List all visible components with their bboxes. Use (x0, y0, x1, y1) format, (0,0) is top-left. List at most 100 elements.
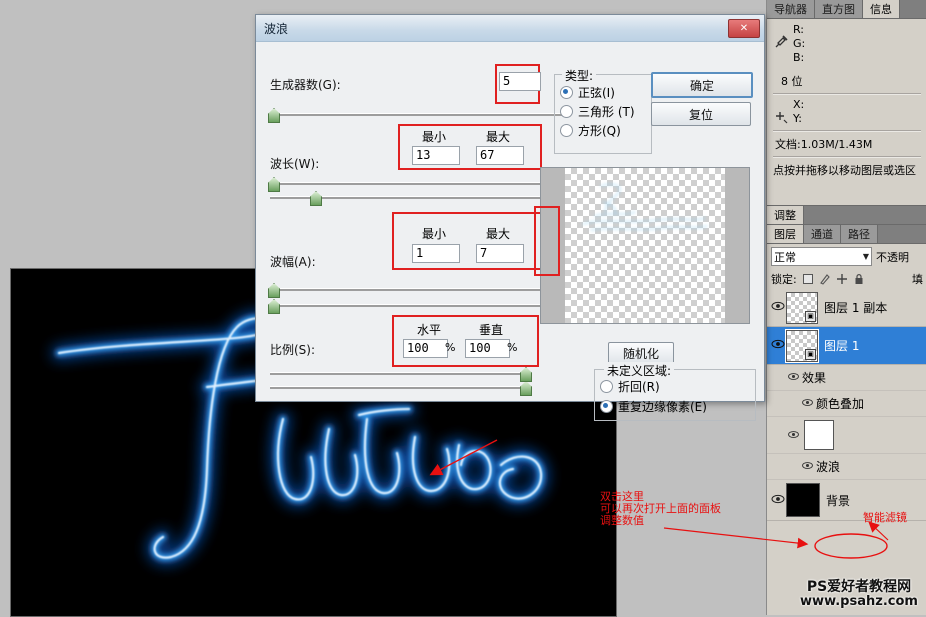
type-option-triangle[interactable]: 三角形 (T) (560, 103, 635, 120)
transparency-lock-icon[interactable] (802, 273, 814, 285)
crosshair-glyph (776, 112, 788, 124)
layer-effects-row[interactable]: 效果 (767, 365, 926, 391)
eye-glyph (771, 301, 784, 311)
type-option-square-label: 方形(Q) (578, 124, 621, 138)
move-lock-icon[interactable] (836, 273, 848, 285)
info-panel-tabbar: 导航器 直方图 信息 (767, 0, 926, 19)
eye-icon[interactable] (769, 494, 786, 507)
wave-filter-dialog[interactable]: 波浪 ✕ 生成器数(G): 波长(W): 最小 最大 波幅(A): 最小 (255, 14, 765, 421)
tab-layers[interactable]: 图层 (767, 225, 804, 243)
eyedropper-icon (773, 23, 789, 52)
chevron-down-icon: ▼ (862, 252, 869, 261)
rgb-readout: R: G: B: (793, 23, 805, 65)
smart-filter-mask-thumbnail[interactable] (804, 420, 834, 450)
radio-icon (560, 86, 573, 99)
lock-row: 锁定: 填 (767, 269, 926, 289)
close-icon[interactable]: ✕ (728, 18, 760, 38)
scale-v-input[interactable] (465, 339, 510, 358)
layer-row-selected[interactable]: ▣ 图层 1 (767, 327, 926, 365)
channel-g: G: (793, 37, 806, 50)
color-overlay-row[interactable]: 颜色叠加 (767, 391, 926, 417)
scale-v-unit: % (507, 341, 518, 354)
scale-v-track[interactable] (270, 386, 528, 389)
channel-b: B: (793, 51, 805, 64)
eye-icon[interactable] (799, 460, 816, 473)
reset-button[interactable]: 复位 (651, 102, 751, 126)
effects-label: 效果 (802, 371, 827, 385)
eye-icon[interactable] (799, 397, 816, 410)
amplitude-min-input[interactable] (412, 244, 460, 263)
amplitude-min-header: 最小 (421, 227, 446, 241)
brush-lock-glyph (819, 274, 830, 285)
type-option-sine-label: 正弦(I) (578, 86, 615, 100)
dialog-titlebar[interactable]: 波浪 ✕ (256, 15, 764, 42)
crosshair-icon (773, 98, 789, 127)
layers-panel-tabbar: 图层 通道 路径 (767, 225, 926, 244)
blend-mode-select[interactable]: 正常 ▼ (771, 247, 872, 266)
layer-thumbnail[interactable]: ▣ (786, 291, 818, 324)
dialog-body: 生成器数(G): 波长(W): 最小 最大 波幅(A): 最小 最大 (256, 42, 764, 421)
double-click-note: 双击这里 可以再次打开上面的面板 调整数值 (600, 490, 721, 527)
eyedropper-glyph (775, 35, 788, 48)
eye-icon[interactable] (785, 429, 802, 442)
type-option-square[interactable]: 方形(Q) (560, 122, 621, 139)
amplitude-max-knob[interactable] (268, 299, 280, 314)
divider (773, 130, 921, 132)
tab-histogram[interactable]: 直方图 (815, 0, 863, 18)
smart-filter-row[interactable] (767, 417, 926, 454)
scale-h-unit: % (445, 341, 456, 354)
eye-icon[interactable] (785, 371, 802, 384)
generators-slider-knob[interactable] (268, 108, 280, 123)
smart-filter-callout: 智能滤镜 (863, 511, 907, 524)
eye-glyph (788, 373, 799, 380)
tab-navigator[interactable]: 导航器 (767, 0, 815, 18)
eye-icon[interactable] (769, 301, 786, 314)
coord-y: Y: (793, 112, 802, 125)
filter-preview[interactable] (540, 167, 750, 324)
dialog-title: 波浪 (264, 21, 289, 36)
layer-thumbnail[interactable]: ▣ (785, 328, 819, 363)
undefined-option-wrap[interactable]: 折回(R) (600, 378, 660, 395)
info-panel-body: R: G: B: 8 位 X: Y: 文档:1.03M/1.43M 点按并拖移以… (767, 19, 926, 205)
amplitude-min-track[interactable] (270, 288, 566, 291)
wavelength-max-knob[interactable] (310, 191, 322, 206)
undefined-area-title: 未定义区域: (604, 362, 675, 379)
amplitude-max-input[interactable] (476, 244, 524, 263)
ok-button[interactable]: 确定 (651, 72, 753, 98)
tab-adjustments[interactable]: 调整 (767, 206, 804, 224)
generators-slider-track[interactable] (270, 113, 566, 116)
wavelength-min-track[interactable] (270, 182, 566, 185)
tab-paths[interactable]: 路径 (841, 225, 878, 243)
tab-info[interactable]: 信息 (863, 0, 900, 18)
undefined-option-repeat[interactable]: 重复边缘像素(E) (600, 398, 707, 415)
eye-icon[interactable] (769, 339, 786, 352)
wavelength-min-input[interactable] (412, 146, 460, 165)
wavelength-min-knob[interactable] (268, 177, 280, 192)
type-group-title: 类型: (562, 67, 597, 84)
generators-input[interactable] (499, 72, 541, 91)
scale-h-knob[interactable] (520, 367, 532, 382)
layer-thumbnail[interactable] (786, 483, 820, 517)
all-lock-icon[interactable] (853, 273, 865, 285)
eye-glyph (771, 339, 784, 349)
wavelength-max-input[interactable] (476, 146, 524, 165)
smart-filter-wave-row[interactable]: 波浪 (767, 454, 926, 480)
eye-glyph (802, 462, 813, 469)
preview-wave-art (582, 183, 708, 231)
layer-row[interactable]: ▣ 图层 1 副本 (767, 289, 926, 327)
tab-channels[interactable]: 通道 (804, 225, 841, 243)
padlock-glyph (855, 274, 863, 284)
brush-lock-icon[interactable] (819, 273, 831, 285)
type-option-sine[interactable]: 正弦(I) (560, 84, 615, 101)
info-coord-readout: X: Y: (773, 98, 921, 127)
eye-glyph (788, 430, 799, 438)
scale-h-track[interactable] (270, 372, 528, 375)
scale-label: 比例(S): (270, 343, 316, 357)
amplitude-max-track[interactable] (270, 304, 566, 307)
document-size: 文档:1.03M/1.43M (775, 138, 873, 151)
amplitude-min-knob[interactable] (268, 283, 280, 298)
layer-list: ▣ 图层 1 副本 ▣ 图层 1 效果 颜色叠加 波浪 背景 (767, 289, 926, 521)
scale-h-input[interactable] (403, 339, 448, 358)
scale-v-knob[interactable] (520, 381, 532, 396)
fill-label: 填 (912, 273, 923, 286)
